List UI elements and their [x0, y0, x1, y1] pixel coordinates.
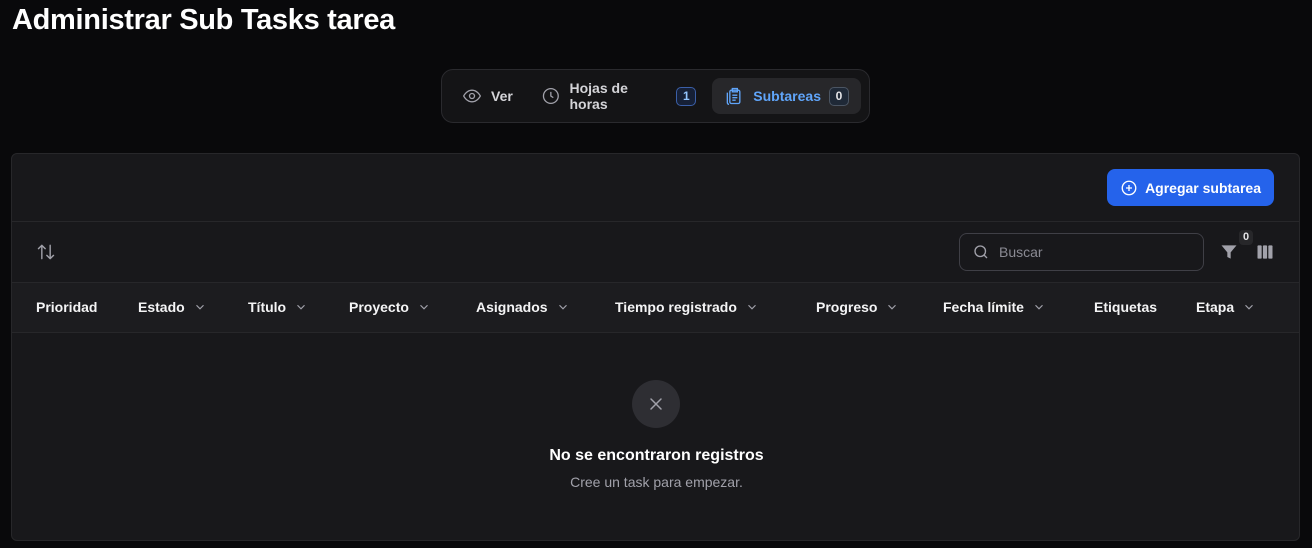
panel-header: Agregar subtarea [12, 154, 1299, 222]
column-label: Asignados [476, 299, 548, 315]
add-subtask-button[interactable]: Agregar subtarea [1107, 169, 1274, 206]
filter-button[interactable]: 0 [1219, 230, 1254, 262]
column-label: Título [248, 299, 287, 315]
chevron-down-icon [1035, 304, 1043, 310]
empty-state-title: No se encontraron registros [549, 447, 764, 464]
count-badge: 1 [676, 86, 697, 106]
column-label: Proyecto [349, 299, 409, 315]
column-header-prioridad[interactable]: Prioridad [36, 299, 97, 315]
column-label: Estado [138, 299, 185, 315]
columns-icon[interactable] [1255, 242, 1275, 262]
tab-bar: Ver Hojas de horas 1 Subtareas 0 [441, 69, 870, 123]
chevron-down-icon [747, 304, 756, 310]
chevron-down-icon [558, 304, 567, 310]
table-toolbar: 0 [12, 222, 1299, 283]
chevron-down-icon [1245, 304, 1254, 310]
column-label: Progreso [816, 299, 878, 315]
tab-timesheets[interactable]: Hojas de horas 1 [529, 78, 708, 114]
table-header: Prioridad Estado Título Proyecto Asignad… [12, 283, 1299, 333]
chevron-down-icon [297, 304, 306, 310]
column-header-proyecto[interactable]: Proyecto [349, 299, 431, 315]
sort-icon[interactable] [36, 242, 56, 262]
clipboard-icon [726, 87, 741, 105]
page-title: Administrar Sub Tasks tarea [12, 4, 396, 36]
count-badge: 0 [829, 86, 849, 106]
clock-icon [542, 87, 559, 105]
tab-label: Subtareas [753, 88, 821, 104]
empty-state: No se encontraron registros Cree un task… [12, 333, 1299, 539]
empty-state-badge [632, 380, 680, 428]
filter-count-badge: 0 [1239, 230, 1254, 245]
column-header-titulo[interactable]: Título [248, 299, 308, 315]
search-icon [974, 245, 988, 259]
search-input[interactable] [999, 244, 1189, 260]
column-header-progreso[interactable]: Progreso [816, 299, 899, 315]
tab-label: Ver [491, 88, 513, 104]
search-box [959, 233, 1204, 271]
tab-label: Hojas de horas [569, 80, 628, 112]
plus-circle-icon [1121, 180, 1137, 195]
tab-view[interactable]: Ver [450, 78, 525, 114]
filter-icon [1221, 245, 1237, 259]
chevron-down-icon [195, 304, 204, 310]
column-header-asignados[interactable]: Asignados [476, 299, 570, 315]
column-label: Prioridad [36, 299, 98, 315]
column-header-etiquetas[interactable]: Etiquetas [1094, 299, 1157, 315]
eye-icon [462, 89, 482, 103]
empty-state-subtitle: Cree un task para empezar. [570, 474, 743, 490]
add-subtask-label: Agregar subtarea [1145, 179, 1261, 196]
close-icon [650, 398, 662, 410]
column-header-estado[interactable]: Estado [138, 299, 207, 315]
tab-subtasks[interactable]: Subtareas 0 [712, 78, 861, 114]
column-label: Etapa [1196, 299, 1235, 315]
column-header-fecha-limite[interactable]: Fecha límite [943, 299, 1046, 315]
chevron-down-icon [420, 304, 428, 310]
column-label: Etiquetas [1094, 299, 1158, 315]
column-header-etapa[interactable]: Etapa [1196, 299, 1256, 315]
chevron-down-icon [888, 304, 897, 310]
column-label: Tiempo registrado [615, 299, 737, 315]
column-label: Fecha límite [943, 299, 1024, 315]
column-header-tiempo-registrado[interactable]: Tiempo registrado [615, 299, 759, 315]
subtasks-table-panel: Agregar subtarea 0 Prioridad Estado [11, 153, 1300, 541]
